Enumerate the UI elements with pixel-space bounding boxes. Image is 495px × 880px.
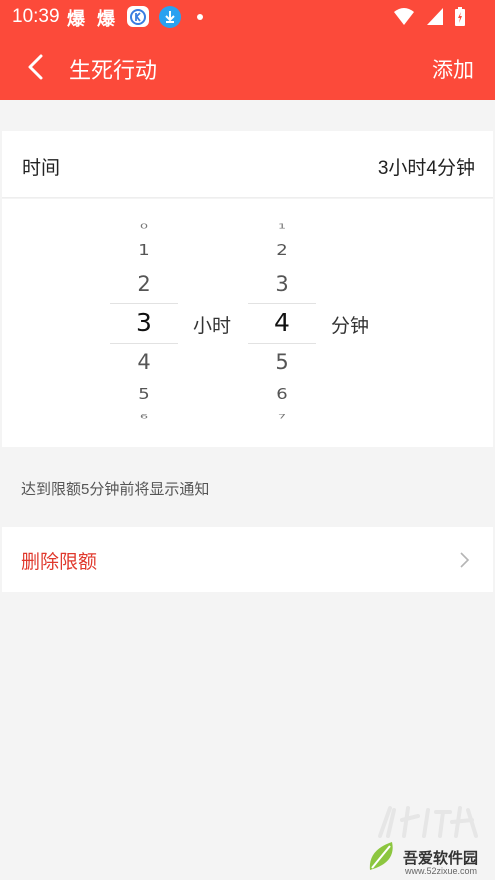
- minute-option: 7: [277, 412, 287, 421]
- app-bar: 生死行动 添加: [0, 34, 495, 100]
- hour-wheel[interactable]: 0 1 2 3 4 5 6: [110, 199, 178, 447]
- hour-option: 1: [138, 241, 150, 260]
- minute-option: 3: [275, 272, 289, 296]
- minute-option: 2: [276, 241, 288, 260]
- status-time: 10:39: [12, 6, 60, 27]
- minute-option: 1: [277, 222, 287, 231]
- selection-line: [248, 343, 316, 344]
- selection-line: [248, 303, 316, 304]
- back-arrow-icon: [28, 54, 43, 80]
- status-bar: 10:39 爆 爆: [0, 0, 495, 34]
- watermark-url: www.52zixue.com: [405, 866, 478, 876]
- hour-option: 2: [137, 272, 151, 296]
- minute-unit-label: 分钟: [331, 316, 370, 337]
- hour-option: 5: [138, 385, 150, 404]
- delete-limit-label: 删除限额: [21, 552, 98, 573]
- duration-picker: 0 1 2 3 4 5 6 小时 1 2 3 4 5 6 7 分钟: [2, 199, 493, 447]
- minute-option: 6: [276, 385, 288, 404]
- battery-icon: [455, 7, 465, 26]
- hour-unit-label: 小时: [193, 316, 232, 337]
- add-button[interactable]: 添加: [432, 54, 474, 84]
- signal-icon: [426, 8, 443, 25]
- chevron-right-icon: [460, 552, 470, 568]
- back-button[interactable]: [20, 50, 54, 84]
- delete-limit-row[interactable]: 删除限额: [2, 527, 493, 592]
- hour-option: 4: [137, 350, 151, 374]
- system-icons: [387, 7, 465, 27]
- hour-option: 0: [139, 222, 149, 231]
- wifi-icon: [393, 8, 414, 25]
- page-title: 生死行动: [69, 58, 158, 83]
- boom-notification-icon: 爆: [67, 9, 85, 30]
- minute-selected: 4: [274, 308, 290, 337]
- download-icon: [159, 6, 181, 28]
- hour-selected: 3: [136, 308, 152, 337]
- selection-line: [110, 343, 178, 344]
- minute-option: 5: [275, 350, 289, 374]
- notification-hint: 达到限额5分钟前将显示通知: [21, 481, 210, 498]
- k-app-notification-icon: [127, 6, 149, 27]
- time-row: 时间 3小时4分钟: [2, 131, 493, 198]
- hour-option: 6: [139, 412, 149, 421]
- more-notifications-dot-icon: [197, 14, 203, 20]
- watermark-brand: 吾爱软件园: [403, 850, 479, 867]
- time-value: 3小时4分钟: [377, 158, 475, 179]
- selection-line: [110, 303, 178, 304]
- time-label: 时间: [22, 158, 61, 179]
- watermark-leaf-icon: [369, 842, 393, 870]
- minute-wheel[interactable]: 1 2 3 4 5 6 7: [248, 199, 316, 447]
- boom-notification-icon: 爆: [97, 9, 115, 30]
